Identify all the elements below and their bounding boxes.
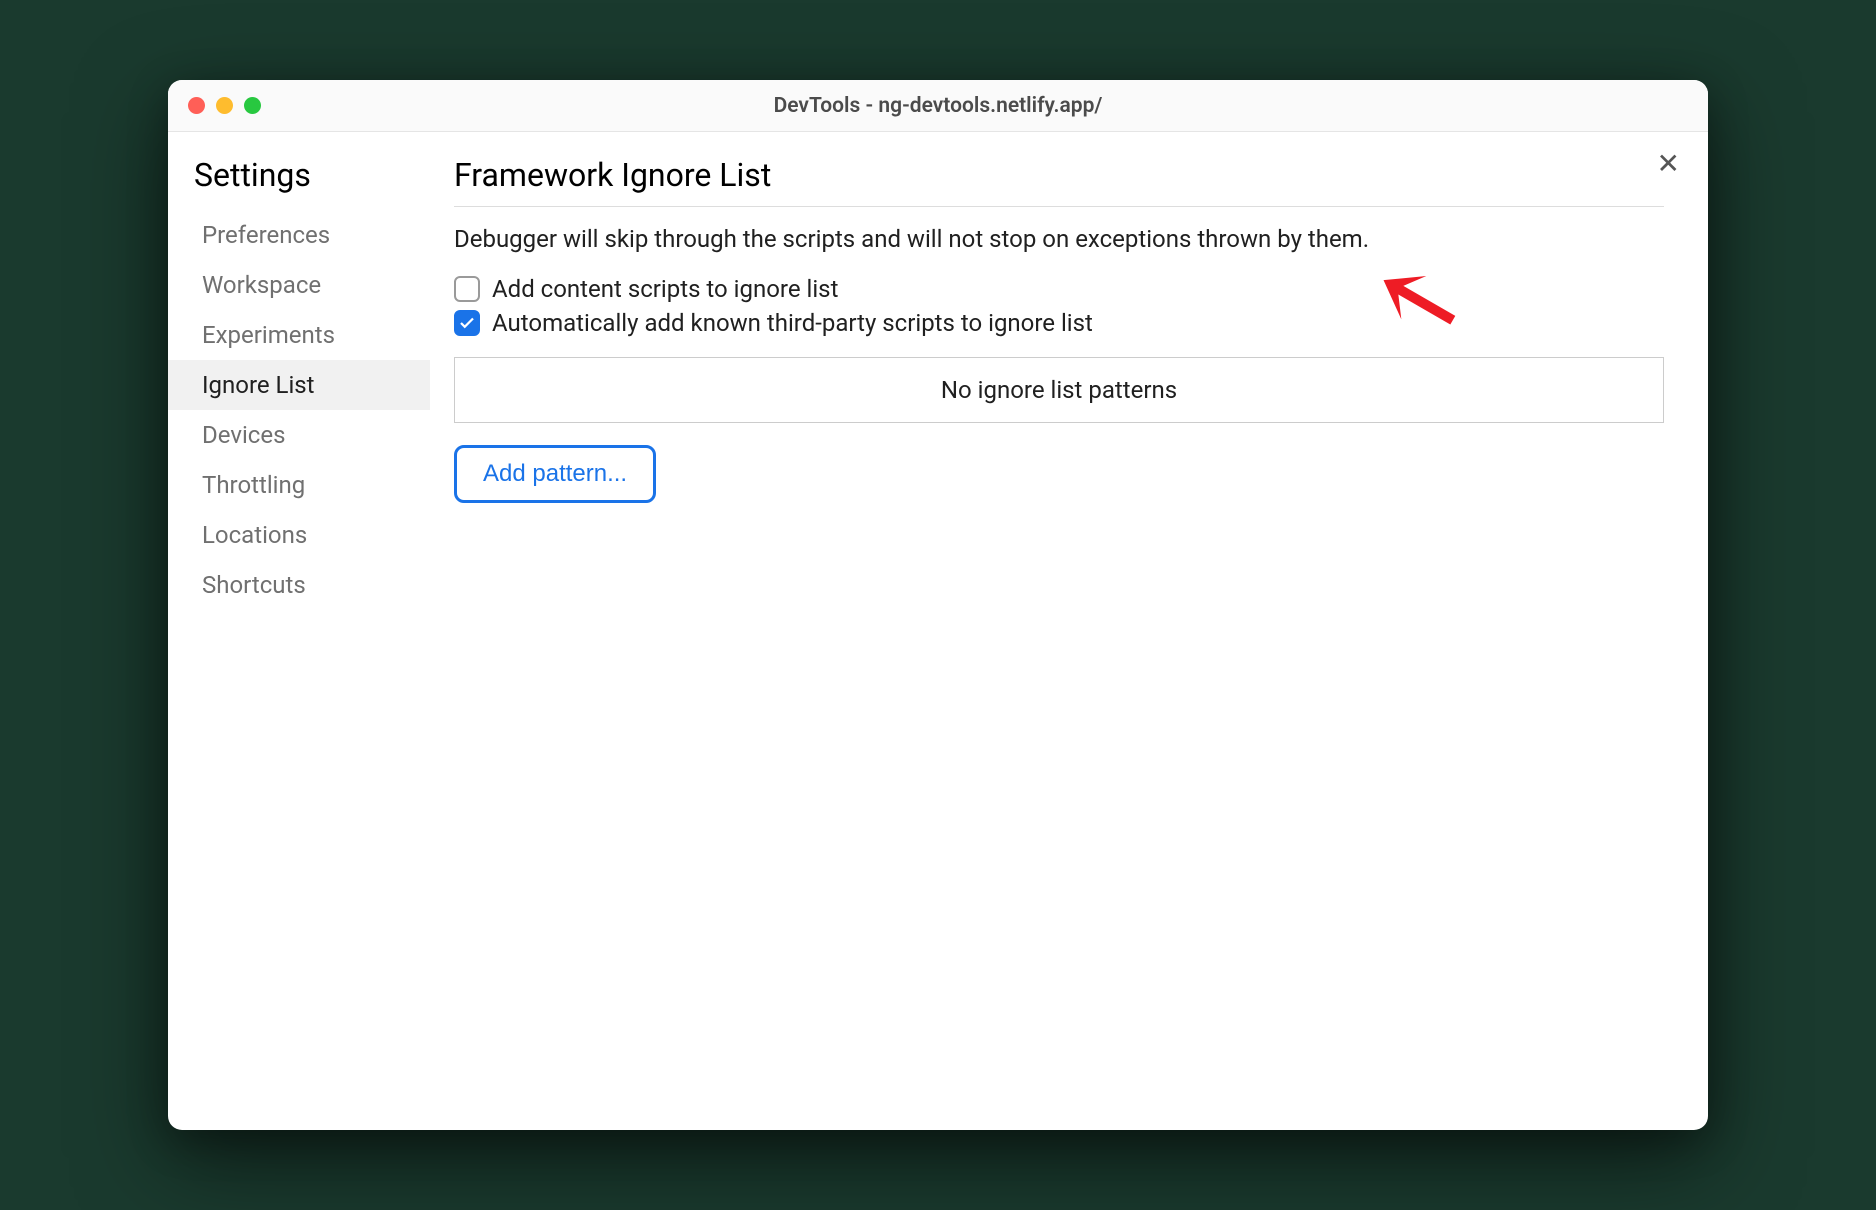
checkbox-row-content-scripts[interactable]: Add content scripts to ignore list (454, 275, 1664, 303)
checkbox-row-third-party-scripts[interactable]: Automatically add known third-party scri… (454, 309, 1664, 337)
sidebar-item-label: Shortcuts (202, 571, 306, 599)
sidebar-item-label: Experiments (202, 321, 335, 349)
sidebar-item-throttling[interactable]: Throttling (168, 460, 430, 510)
sidebar-item-ignore-list[interactable]: Ignore List (168, 360, 430, 410)
sidebar-title: Settings (168, 156, 430, 210)
traffic-lights (188, 97, 261, 114)
sidebar-item-workspace[interactable]: Workspace (168, 260, 430, 310)
sidebar-item-label: Ignore List (202, 371, 315, 399)
window-titlebar: DevTools - ng-devtools.netlify.app/ (168, 80, 1708, 132)
sidebar-item-label: Devices (202, 421, 285, 449)
check-icon (458, 314, 476, 332)
patterns-empty-text: No ignore list patterns (941, 376, 1177, 404)
sidebar-item-label: Preferences (202, 221, 330, 249)
devtools-settings-window: DevTools - ng-devtools.netlify.app/ ✕ Se… (168, 80, 1708, 1130)
ignore-patterns-list: No ignore list patterns (454, 357, 1664, 423)
sidebar-item-label: Workspace (202, 271, 321, 299)
checkbox-content-scripts[interactable] (454, 276, 480, 302)
settings-sidebar: Settings Preferences Workspace Experimen… (168, 132, 430, 1130)
close-window-button[interactable] (188, 97, 205, 114)
add-pattern-label: Add pattern... (483, 460, 627, 487)
sidebar-item-experiments[interactable]: Experiments (168, 310, 430, 360)
sidebar-item-label: Locations (202, 521, 307, 549)
sidebar-item-devices[interactable]: Devices (168, 410, 430, 460)
main-panel: Framework Ignore List Debugger will skip… (430, 132, 1708, 1130)
sidebar-item-label: Throttling (202, 471, 305, 499)
checkbox-label: Add content scripts to ignore list (492, 275, 838, 303)
add-pattern-button[interactable]: Add pattern... (454, 445, 656, 503)
maximize-window-button[interactable] (244, 97, 261, 114)
panel-title: Framework Ignore List (454, 156, 1664, 207)
content-area: ✕ Settings Preferences Workspace Experim… (168, 132, 1708, 1130)
panel-description: Debugger will skip through the scripts a… (454, 225, 1664, 253)
minimize-window-button[interactable] (216, 97, 233, 114)
sidebar-item-shortcuts[interactable]: Shortcuts (168, 560, 430, 610)
sidebar-item-preferences[interactable]: Preferences (168, 210, 430, 260)
sidebar-item-locations[interactable]: Locations (168, 510, 430, 560)
window-title: DevTools - ng-devtools.netlify.app/ (774, 94, 1103, 118)
checkbox-label: Automatically add known third-party scri… (492, 309, 1093, 337)
checkbox-third-party-scripts[interactable] (454, 310, 480, 336)
